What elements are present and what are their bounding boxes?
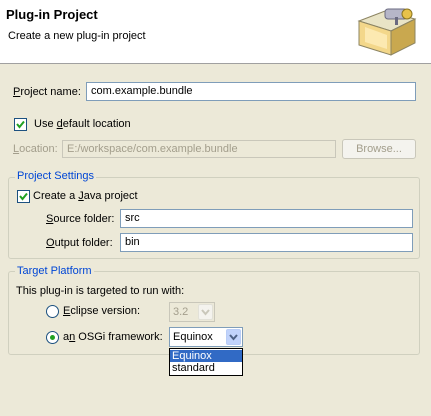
output-folder-input[interactable]: bin	[120, 233, 413, 252]
target-platform-intro: This plug-in is targeted to run with:	[16, 285, 185, 297]
osgi-framework-radio[interactable]	[46, 331, 59, 344]
chevron-down-icon[interactable]	[226, 329, 241, 345]
create-java-project-checkbox[interactable]	[17, 190, 30, 203]
osgi-framework-label[interactable]: an OSGi framework:	[63, 331, 163, 343]
dropdown-option-equinox[interactable]: Equinox	[170, 350, 242, 362]
osgi-framework-value: Equinox	[173, 331, 213, 343]
page-title: Plug-in Project	[6, 7, 98, 22]
source-folder-input[interactable]: src	[120, 209, 413, 228]
location-label: Location:	[13, 143, 58, 155]
eclipse-version-label[interactable]: Eclipse version:	[63, 305, 140, 317]
eclipse-version-value: 3.2	[173, 306, 189, 318]
eclipse-version-select: 3.2	[169, 302, 215, 322]
use-default-location-checkbox[interactable]	[14, 118, 27, 131]
output-folder-label: Output folder:	[46, 237, 113, 249]
eclipse-version-radio[interactable]	[46, 305, 59, 318]
browse-button: Browse...	[342, 139, 416, 159]
plugin-folder-wizard-icon	[355, 5, 421, 59]
page-description: Create a new plug-in project	[8, 30, 146, 42]
project-settings-title: Project Settings	[15, 170, 97, 182]
chevron-down-icon	[198, 304, 213, 320]
location-input: E:/workspace/com.example.bundle	[62, 140, 336, 158]
target-platform-title: Target Platform	[15, 265, 94, 277]
checkmark-icon	[19, 192, 28, 201]
checkmark-icon	[16, 120, 25, 129]
osgi-framework-dropdown: Equinox standard	[169, 348, 243, 376]
source-folder-label: Source folder:	[46, 213, 115, 225]
osgi-framework-select[interactable]: Equinox	[169, 327, 243, 347]
project-name-label: Project name:	[13, 86, 81, 98]
create-java-project-label[interactable]: Create a Java project	[33, 190, 138, 202]
project-name-input[interactable]: com.example.bundle	[86, 82, 416, 101]
use-default-location-label[interactable]: Use default location	[34, 118, 131, 130]
dropdown-option-standard[interactable]: standard	[170, 362, 242, 374]
